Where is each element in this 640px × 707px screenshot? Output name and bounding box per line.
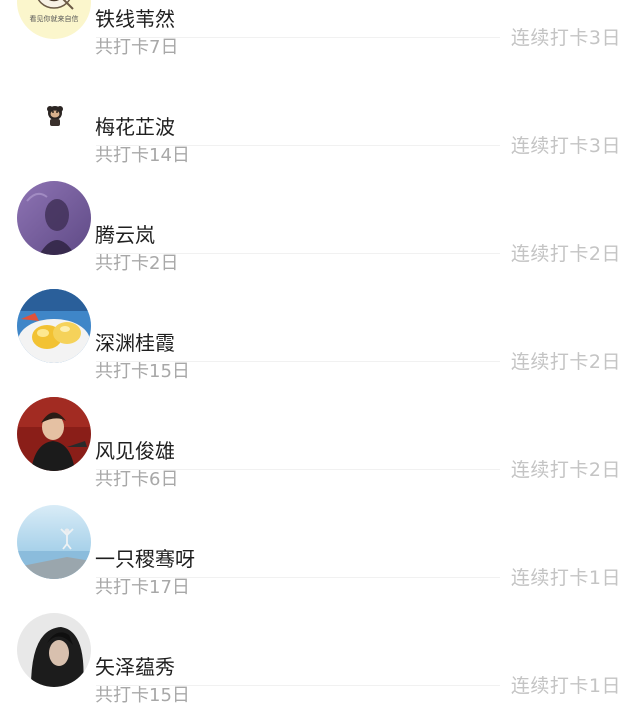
dark-hair-portrait-avatar[interactable] [17, 613, 91, 687]
checkin-list-item[interactable]: 矢泽蕴秀 共打卡15日 连续打卡1日 [0, 578, 640, 706]
user-name: 一只稷骞呀 [95, 547, 195, 571]
total-checkin-count: 共打卡15日 [95, 685, 190, 706]
checkin-list-item[interactable]: 一只稷骞呀 共打卡17日 连续打卡1日 [0, 470, 640, 598]
checkin-list-item[interactable]: 看见你就来自信 铁线苇然 共打卡7日 连续打卡3日 [0, 0, 640, 58]
yoga-seaside-avatar[interactable] [17, 505, 91, 579]
avatar-caption: 看见你就来自信 [30, 14, 79, 23]
user-name: 腾云岚 [95, 223, 155, 247]
purple-portrait-avatar[interactable] [17, 181, 91, 255]
man-red-background-avatar[interactable] [17, 397, 91, 471]
checkin-list-item[interactable]: 风见俊雄 共打卡6日 连续打卡2日 [0, 362, 640, 490]
streak-count: 连续打卡1日 [510, 675, 621, 697]
user-name: 矢泽蕴秀 [95, 655, 175, 679]
user-name: 铁线苇然 [95, 7, 175, 31]
meme-face-avatar[interactable]: 看见你就来自信 [17, 0, 91, 39]
user-name: 梅花芷波 [95, 115, 175, 139]
checkin-list-item[interactable]: 腾云岚 共打卡2日 连续打卡2日 [0, 146, 640, 274]
checkin-list-item[interactable]: 深渊桂霞 共打卡15日 连续打卡2日 [0, 254, 640, 382]
user-name: 风见俊雄 [95, 439, 175, 463]
small-monkey-avatar[interactable] [17, 73, 91, 147]
user-name: 深渊桂霞 [95, 331, 175, 355]
food-dish-avatar[interactable] [17, 289, 91, 363]
checkin-list-item[interactable]: 梅花芷波 共打卡14日 连续打卡3日 [0, 38, 640, 166]
checkin-list: 看见你就来自信 铁线苇然 共打卡7日 连续打卡3日 梅花芷波 共打卡14日 连续… [0, 0, 640, 706]
